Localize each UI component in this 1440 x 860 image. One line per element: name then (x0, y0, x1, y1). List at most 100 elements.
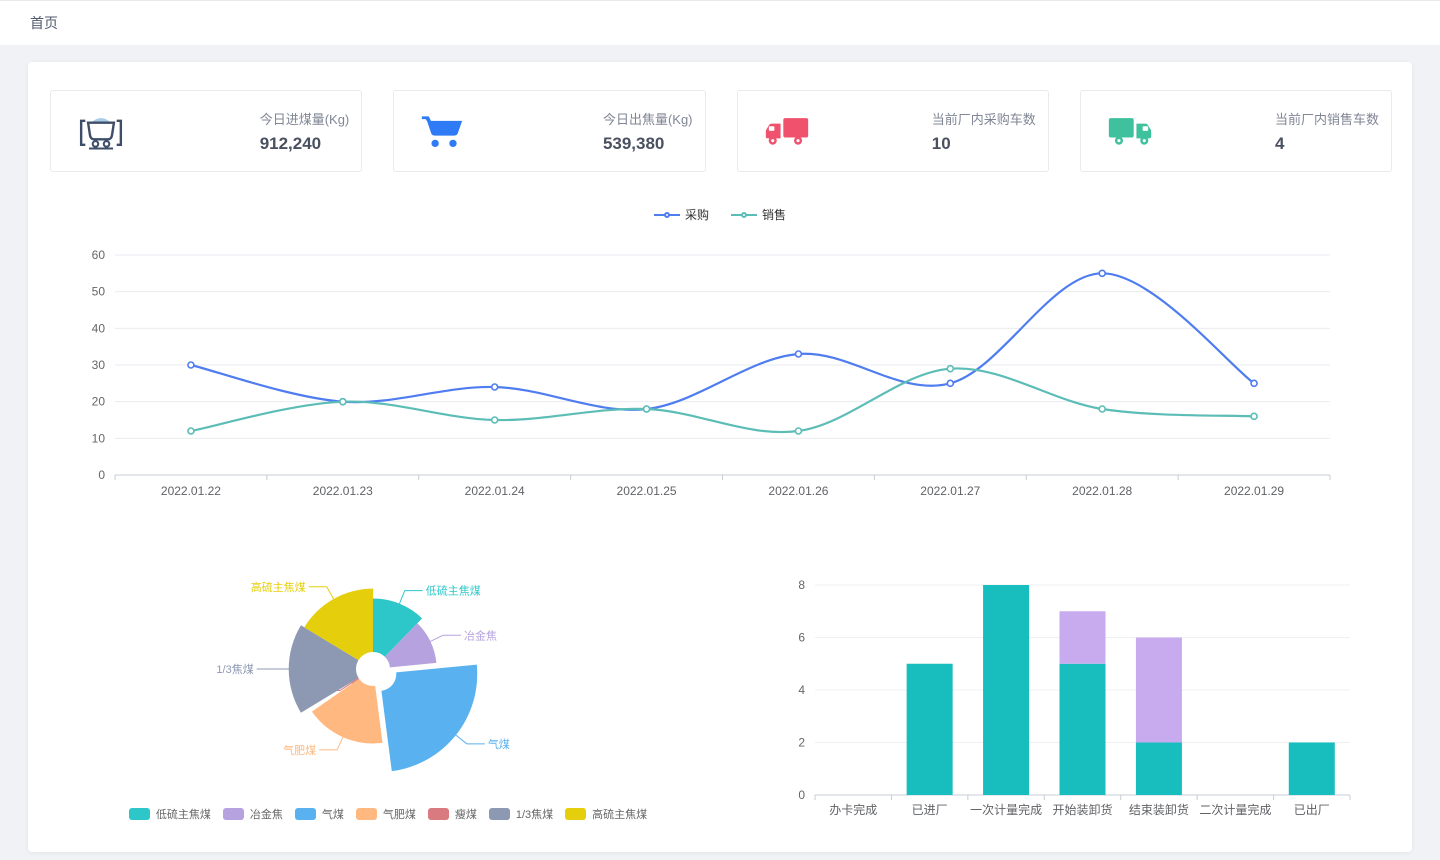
pie-label: 高硫主焦煤 (251, 580, 306, 594)
bar-segment-开始装卸货[interactable] (1060, 664, 1106, 795)
data-point-销售[interactable] (947, 366, 953, 372)
pie-label: 1/3焦煤 (216, 663, 253, 676)
line-chart-y-tick: 50 (92, 285, 106, 299)
bar-segment-一次计量完成[interactable] (983, 585, 1029, 795)
legend-swatch-icon (428, 808, 449, 820)
bar-segment-结束装卸货[interactable] (1136, 743, 1182, 796)
bar-chart-y-tick: 2 (798, 736, 805, 750)
bar-chart-x-label: 开始装卸货 (1052, 802, 1112, 817)
bar-chart-x-label: 一次计量完成 (970, 802, 1042, 817)
rose-pie-chart[interactable]: 低硫主焦煤冶金焦气煤气肥煤瘦煤1/3焦煤高硫主焦煤 (140, 560, 570, 775)
bar-chart[interactable]: 02468办卡完成已进厂一次计量完成开始装卸货结束装卸货二次计量完成已出厂 (780, 558, 1380, 823)
data-point-销售[interactable] (795, 428, 801, 434)
legend-label: 气煤 (322, 806, 344, 822)
line-chart-x-label: 2022.01.26 (768, 484, 828, 498)
data-point-采购[interactable] (1251, 380, 1257, 386)
legend-swatch-icon (489, 808, 510, 820)
stat-cards-row: 今日进煤量(Kg) 912,240 今日出焦量(Kg) 539,380 (50, 90, 1392, 172)
pie-label: 气肥煤 (283, 743, 316, 757)
legend-swatch-icon (129, 808, 150, 820)
stat-card-value: 539,380 (603, 134, 693, 154)
stat-card-label: 今日进煤量(Kg) (260, 109, 350, 128)
mine-cart-icon (77, 110, 125, 152)
data-point-销售[interactable] (644, 406, 650, 412)
legend-label: 采购 (685, 206, 709, 223)
pie-label-line (319, 736, 343, 750)
stat-card-label: 当前厂内销售车数 (1275, 109, 1379, 128)
bar-chart-x-label: 结束装卸货 (1129, 802, 1189, 817)
stat-card-value: 912,240 (260, 134, 350, 154)
pie-label: 气煤 (488, 737, 510, 751)
legend-swatch-icon (223, 808, 244, 820)
pie-label-line (309, 587, 334, 600)
legend-item-1/3焦煤[interactable]: 1/3焦煤 (489, 806, 553, 822)
line-chart-y-tick: 20 (92, 395, 106, 409)
data-point-采购[interactable] (1099, 270, 1105, 276)
legend-item-瘦煤[interactable]: 瘦煤 (428, 806, 477, 822)
bar-chart-y-tick: 0 (798, 788, 805, 802)
line-chart-x-label: 2022.01.22 (161, 484, 221, 498)
stat-card-label: 今日出焦量(Kg) (603, 109, 693, 128)
legend-item-销售[interactable]: 销售 (731, 206, 786, 223)
line-chart-x-label: 2022.01.23 (313, 484, 373, 498)
legend-label: 高硫主焦煤 (592, 806, 647, 822)
line-chart-y-tick: 40 (92, 321, 106, 335)
legend-swatch-icon (565, 808, 586, 820)
pie-label-line (399, 591, 423, 605)
shopping-cart-icon (420, 112, 464, 150)
legend-label: 气肥煤 (383, 806, 416, 822)
pie-slice-气煤[interactable] (381, 665, 477, 772)
data-point-销售[interactable] (1251, 413, 1257, 419)
line-chart-x-label: 2022.01.24 (465, 484, 525, 498)
line-series-采购[interactable] (191, 273, 1254, 409)
pie-label-line (455, 734, 485, 743)
data-point-销售[interactable] (188, 428, 194, 434)
data-point-采购[interactable] (492, 384, 498, 390)
line-chart-x-label: 2022.01.25 (617, 484, 677, 498)
bar-segment-结束装卸货[interactable] (1136, 638, 1182, 743)
legend-item-冶金焦[interactable]: 冶金焦 (223, 806, 283, 822)
legend-item-高硫主焦煤[interactable]: 高硫主焦煤 (565, 806, 647, 822)
stat-card-text: 当前厂内销售车数 4 (1275, 109, 1379, 154)
purchase-truck-icon (764, 113, 810, 149)
bar-segment-已出厂[interactable] (1289, 743, 1335, 796)
legend-item-气肥煤[interactable]: 气肥煤 (356, 806, 416, 822)
line-chart-y-tick: 0 (98, 468, 105, 482)
legend-item-采购[interactable]: 采购 (654, 206, 709, 223)
data-point-采购[interactable] (947, 380, 953, 386)
line-chart-x-label: 2022.01.29 (1224, 484, 1284, 498)
page-background: 今日进煤量(Kg) 912,240 今日出焦量(Kg) 539,380 (0, 45, 1440, 852)
legend-line-marker-icon (654, 214, 680, 216)
stat-card-text: 当前厂内采购车数 10 (932, 109, 1036, 154)
data-point-采购[interactable] (188, 362, 194, 368)
legend-label: 低硫主焦煤 (156, 806, 211, 822)
stat-card-text: 今日出焦量(Kg) 539,380 (603, 109, 693, 154)
legend-item-气煤[interactable]: 气煤 (295, 806, 344, 822)
pie-label: 低硫主焦煤 (426, 584, 481, 598)
legend-swatch-icon (356, 808, 377, 820)
stat-card-coke-out: 今日出焦量(Kg) 539,380 (393, 90, 705, 172)
bar-chart-x-label: 二次计量完成 (1199, 802, 1271, 817)
data-point-销售[interactable] (340, 399, 346, 405)
legend-label: 冶金焦 (250, 806, 283, 822)
data-point-销售[interactable] (1099, 406, 1105, 412)
data-point-销售[interactable] (492, 417, 498, 423)
bar-chart-x-label: 已进厂 (912, 803, 948, 817)
legend-line-marker-icon (731, 214, 757, 216)
line-series-销售[interactable] (191, 368, 1254, 432)
pie-chart-legend: 低硫主焦煤 冶金焦 气煤 气肥煤 瘦煤 1/3焦煤 高硫主焦煤 (98, 806, 678, 822)
legend-swatch-icon (295, 808, 316, 820)
bar-segment-开始装卸货[interactable] (1060, 611, 1106, 664)
bar-segment-已进厂[interactable] (907, 664, 953, 795)
data-point-采购[interactable] (795, 351, 801, 357)
breadcrumb-bar: 首页 (0, 0, 1440, 45)
stat-card-value: 10 (932, 134, 1036, 154)
bar-chart-x-label: 办卡完成 (829, 802, 877, 817)
legend-label: 瘦煤 (455, 806, 477, 822)
line-chart[interactable]: 01020304050602022.01.222022.01.232022.01… (58, 232, 1378, 512)
dashboard-panel: 今日进煤量(Kg) 912,240 今日出焦量(Kg) 539,380 (28, 62, 1412, 852)
legend-item-低硫主焦煤[interactable]: 低硫主焦煤 (129, 806, 211, 822)
breadcrumb-home[interactable]: 首页 (30, 13, 58, 33)
line-chart-y-tick: 30 (92, 358, 106, 372)
bar-chart-y-tick: 4 (798, 683, 805, 697)
